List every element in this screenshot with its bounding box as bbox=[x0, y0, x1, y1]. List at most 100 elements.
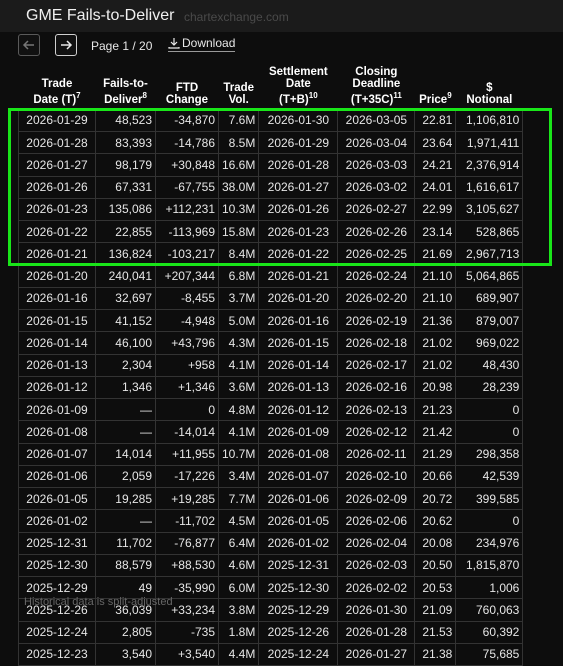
table-row: 2026-01-20 240,041 +207,344 6.8M 2026-01-21 2… bbox=[18, 264, 524, 288]
ftd-change-cell: -4,948 bbox=[155, 309, 219, 333]
notional-cell: 399,585 bbox=[455, 487, 524, 511]
trade-date-cell: 2025-12-24 bbox=[18, 620, 96, 644]
price-cell: 21.02 bbox=[414, 353, 457, 377]
trade-date-cell: 2026-01-14 bbox=[18, 331, 96, 355]
price-cell: 21.42 bbox=[414, 420, 457, 444]
ftd-change-cell: -67,755 bbox=[155, 175, 219, 199]
fails-to-deliver-cell: — bbox=[95, 398, 156, 422]
fails-to-deliver-cell: — bbox=[95, 509, 156, 533]
closing-deadline-cell: 2026-02-09 bbox=[337, 487, 416, 511]
col-header-ftd-change[interactable]: FTD Change bbox=[156, 64, 219, 109]
price-cell: 21.09 bbox=[414, 598, 457, 622]
trade-vol-cell: 7.7M bbox=[217, 487, 260, 511]
trade-vol-cell: 3.4M bbox=[217, 464, 260, 489]
settlement-date-cell: 2025-12-31 bbox=[258, 553, 339, 578]
ftd-change-cell: -11,702 bbox=[155, 509, 219, 533]
settlement-date-cell: 2026-01-23 bbox=[258, 220, 339, 244]
price-cell: 20.66 bbox=[414, 464, 457, 489]
table-row: 2026-01-29 48,523 -34,870 7.6M 2026-01-30 202… bbox=[18, 108, 524, 133]
trade-date-cell: 2026-01-29 bbox=[18, 108, 96, 133]
table-row: 2026-01-23 135,086 +112,231 10.3M 2026-01-26… bbox=[18, 197, 524, 222]
ftd-change-cell: -735 bbox=[155, 620, 219, 644]
table-row: 2026-01-16 32,697 -8,455 3.7M 2026-01-20 2026… bbox=[18, 286, 524, 311]
col-header-trade-date[interactable]: Trade Date (T)7 bbox=[19, 64, 96, 109]
ftd-change-cell: -14,786 bbox=[155, 131, 219, 155]
notional-cell: 48,430 bbox=[455, 353, 524, 377]
settlement-date-cell: 2026-01-08 bbox=[258, 442, 339, 466]
fails-to-deliver-cell: 22,855 bbox=[95, 220, 156, 244]
trade-date-cell: 2025-12-30 bbox=[18, 553, 96, 578]
notional-cell: 42,539 bbox=[455, 464, 524, 489]
title-bar: GME Fails-to-Deliver chartexchange.com bbox=[0, 0, 563, 32]
trade-vol-cell: 5.0M bbox=[217, 309, 260, 333]
trade-date-cell: 2026-01-20 bbox=[18, 264, 96, 288]
trade-date-cell: 2026-01-05 bbox=[18, 487, 96, 511]
next-page-button[interactable] bbox=[55, 34, 77, 56]
price-cell: 21.10 bbox=[414, 286, 457, 311]
ftd-change-cell: -14,014 bbox=[155, 420, 219, 444]
trade-vol-cell: 7.6M bbox=[217, 108, 260, 133]
closing-deadline-cell: 2026-02-11 bbox=[337, 442, 416, 466]
table-row: 2026-01-21 136,824 -103,217 8.4M 2026-01-22 2… bbox=[18, 242, 524, 266]
price-cell: 20.50 bbox=[414, 553, 457, 578]
notional-cell: 75,685 bbox=[455, 642, 524, 666]
notional-cell: 28,239 bbox=[455, 375, 524, 400]
arrow-right-icon bbox=[61, 40, 73, 50]
closing-deadline-cell: 2026-02-27 bbox=[337, 197, 416, 222]
closing-deadline-cell: 2026-02-10 bbox=[337, 464, 416, 489]
settlement-date-cell: 2026-01-29 bbox=[258, 131, 339, 155]
ftd-change-cell: +88,530 bbox=[155, 553, 219, 578]
settlement-date-cell: 2025-12-30 bbox=[258, 576, 339, 600]
settlement-date-cell: 2026-01-09 bbox=[258, 420, 339, 444]
col-header-closing-deadline[interactable]: Closing Deadline (T+35C)11 bbox=[338, 64, 415, 109]
closing-deadline-cell: 2026-03-04 bbox=[337, 131, 416, 155]
price-cell: 20.72 bbox=[414, 487, 457, 511]
settlement-date-cell: 2026-01-28 bbox=[258, 153, 339, 177]
ftd-change-cell: -113,969 bbox=[155, 220, 219, 244]
col-header-fails-to-deliver[interactable]: Fails-to- Deliver8 bbox=[96, 64, 156, 109]
trade-vol-cell: 6.8M bbox=[217, 264, 260, 288]
trade-date-cell: 2026-01-28 bbox=[18, 131, 96, 155]
fails-to-deliver-cell: 19,285 bbox=[95, 487, 156, 511]
table-row: 2026-01-08— -14,014 4.1M 2026-01-09 2026-02-… bbox=[18, 420, 524, 444]
trade-vol-cell: 3.7M bbox=[217, 286, 260, 311]
price-cell: 21.23 bbox=[414, 398, 457, 422]
ftd-change-cell: +1,346 bbox=[155, 375, 219, 400]
ftd-change-cell: -76,877 bbox=[155, 531, 219, 555]
col-header-trade-vol[interactable]: Trade Vol. bbox=[219, 64, 259, 109]
trade-vol-cell: 3.6M bbox=[217, 375, 260, 400]
settlement-date-cell: 2025-12-24 bbox=[258, 642, 339, 666]
price-cell: 22.99 bbox=[414, 197, 457, 222]
price-cell: 20.98 bbox=[414, 375, 457, 400]
table-row: 2026-01-12 1,346 +1,346 3.6M 2026-01-13 2026-… bbox=[18, 375, 524, 400]
closing-deadline-cell: 2026-02-19 bbox=[337, 309, 416, 333]
settlement-date-cell: 2025-12-29 bbox=[258, 598, 339, 622]
table-row: 2026-01-07 14,014 +11,955 10.7M 2026-01-08 20… bbox=[18, 442, 524, 466]
settlement-date-cell: 2026-01-20 bbox=[258, 286, 339, 311]
previous-page-button[interactable] bbox=[18, 34, 40, 56]
ftd-change-cell: +43,796 bbox=[155, 331, 219, 355]
trade-date-cell: 2026-01-02 bbox=[18, 509, 96, 533]
settlement-date-cell: 2026-01-30 bbox=[258, 108, 339, 133]
price-cell: 21.10 bbox=[414, 264, 457, 288]
trade-vol-cell: 4.1M bbox=[217, 420, 260, 444]
trade-vol-cell: 1.8M bbox=[217, 620, 260, 644]
download-link[interactable]: Download bbox=[168, 36, 236, 52]
settlement-date-cell: 2026-01-07 bbox=[258, 464, 339, 489]
fails-to-deliver-cell: 48,523 bbox=[95, 108, 156, 133]
col-header-price[interactable]: Price9 bbox=[415, 64, 456, 109]
trade-date-cell: 2026-01-08 bbox=[18, 420, 96, 444]
fails-to-deliver-cell: 41,152 bbox=[95, 309, 156, 333]
trade-vol-cell: 4.1M bbox=[217, 353, 260, 377]
ftd-change-cell: +112,231 bbox=[155, 197, 219, 222]
ftd-change-cell: +30,848 bbox=[155, 153, 219, 177]
fails-to-deliver-cell: 2,304 bbox=[95, 353, 156, 377]
col-header-notional[interactable]: $ Notional bbox=[456, 64, 523, 109]
price-cell: 20.08 bbox=[414, 531, 457, 555]
settlement-date-cell: 2026-01-06 bbox=[258, 487, 339, 511]
fails-to-deliver-cell: 136,824 bbox=[95, 242, 156, 266]
col-header-settlement-date[interactable]: Settlement Date (T+B)10 bbox=[259, 64, 338, 109]
fails-to-deliver-cell: 240,041 bbox=[95, 264, 156, 288]
fails-to-deliver-cell: 88,579 bbox=[95, 553, 156, 578]
notional-cell: 298,358 bbox=[455, 442, 524, 466]
